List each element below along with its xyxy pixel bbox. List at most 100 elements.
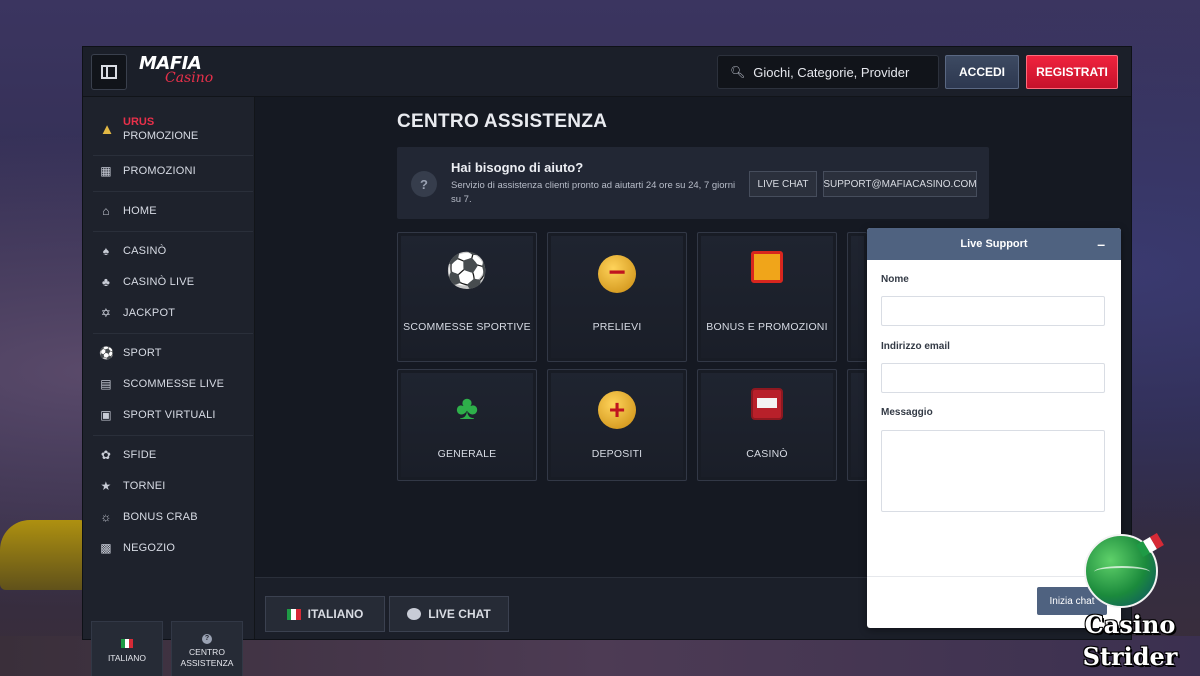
promo-subtitle: PROMOZIONE bbox=[123, 130, 199, 142]
crab-icon: ☼ bbox=[100, 510, 112, 524]
sidebar-item-label: SPORT VIRTUALI bbox=[123, 409, 216, 421]
category-label: GENERALE bbox=[437, 448, 497, 460]
search-input[interactable] bbox=[753, 64, 934, 80]
message-field[interactable] bbox=[881, 430, 1105, 512]
coin-plus-icon: + bbox=[548, 388, 686, 429]
italy-flag-icon bbox=[121, 638, 133, 648]
live-chat-button[interactable]: LIVE CHAT bbox=[749, 171, 817, 197]
promo-title: URUS bbox=[123, 116, 155, 128]
ball-icon: ⚽ bbox=[99, 346, 115, 360]
store-icon: ▩ bbox=[100, 541, 112, 555]
sidebar-item-label: TORNEI bbox=[123, 480, 166, 492]
category-card-prelievi[interactable]: − PRELIEVI bbox=[547, 232, 687, 362]
divider bbox=[93, 333, 253, 334]
watermark-line-2: Strider bbox=[1082, 642, 1178, 671]
sidebar-item-tornei[interactable]: ★ TORNEI bbox=[99, 475, 249, 497]
question-icon: ? bbox=[202, 633, 212, 644]
background-car bbox=[0, 520, 90, 590]
soccer-ball-icon: ⚽ bbox=[445, 252, 489, 290]
category-label: PRELIEVI bbox=[592, 321, 642, 333]
badge-icon: ✿ bbox=[100, 448, 112, 462]
language-label: ITALIANO bbox=[107, 652, 147, 663]
name-label: Nome bbox=[881, 274, 909, 285]
casino-strider-watermark: Casino Strider bbox=[1060, 530, 1200, 676]
bottom-live-chat-label: LIVE CHAT bbox=[428, 607, 491, 621]
watermark-line-1: Casino bbox=[1084, 610, 1176, 639]
sidebar-item-label: HOME bbox=[123, 205, 157, 217]
category-card-casino[interactable]: CASINÒ bbox=[697, 369, 837, 481]
sidebar-item-sport-virtuali[interactable]: ▣ SPORT VIRTUALI bbox=[99, 404, 249, 426]
spade-icon: ♠ bbox=[102, 244, 110, 258]
trophy-icon: ★ bbox=[100, 479, 112, 493]
sidebar-item-label: PROMOZIONI bbox=[123, 165, 196, 177]
sidebar-item-urus-promo[interactable]: ▲ URUS PROMOZIONE bbox=[99, 111, 249, 147]
sidebar-toggle-button[interactable] bbox=[91, 54, 127, 90]
page-title: CENTRO ASSISTENZA bbox=[397, 111, 608, 132]
category-label: CASINÒ bbox=[746, 448, 788, 460]
live-support-title: Live Support bbox=[960, 238, 1028, 250]
language-button[interactable]: ITALIANO bbox=[91, 621, 163, 676]
sidebar-item-promozioni[interactable]: ▦ PROMOZIONI bbox=[99, 160, 249, 182]
bottom-live-chat-button[interactable]: LIVE CHAT bbox=[389, 596, 509, 632]
sidebar-item-label: SPORT bbox=[123, 347, 162, 359]
coin-minus-icon: − bbox=[548, 251, 686, 293]
sidebar-item-casino-live[interactable]: ♣ CASINÒ LIVE bbox=[99, 271, 249, 293]
name-field[interactable] bbox=[881, 296, 1105, 326]
gift-icon: ▦ bbox=[100, 164, 112, 178]
sidebar-item-label: NEGOZIO bbox=[123, 542, 176, 554]
divider bbox=[93, 231, 253, 232]
bottom-language-button[interactable]: ITALIANO bbox=[265, 596, 385, 632]
sidebar-item-label: JACKPOT bbox=[123, 307, 176, 319]
sidebar-item-jackpot[interactable]: ✡ JACKPOT bbox=[99, 302, 249, 324]
sidebar-item-label: CASINÒ bbox=[123, 245, 167, 257]
italy-flag-icon bbox=[286, 608, 301, 620]
sidebar: ▲ URUS PROMOZIONE ▦ PROMOZIONI ⌂ HOME ♠ … bbox=[83, 97, 255, 676]
search-box[interactable]: 🔍︎ bbox=[717, 55, 939, 89]
sidebar-item-label: SFIDE bbox=[123, 449, 157, 461]
help-heading: Hai bisogno di aiuto? bbox=[451, 160, 584, 175]
home-icon: ⌂ bbox=[102, 204, 110, 218]
clover-icon: ✡ bbox=[100, 306, 112, 320]
gift-box-icon bbox=[698, 251, 836, 292]
sidebar-item-sfide[interactable]: ✿ SFIDE bbox=[99, 444, 249, 466]
slot-machine-icon bbox=[698, 388, 836, 429]
category-card-partial[interactable] bbox=[847, 232, 867, 362]
minimize-icon[interactable]: – bbox=[1097, 236, 1105, 252]
logo-text-bottom: Casino bbox=[165, 70, 214, 86]
help-center-label-2: ASSISTENZA bbox=[180, 657, 234, 668]
sidebar-item-sport[interactable]: ⚽ SPORT bbox=[99, 342, 249, 364]
sidebar-icon bbox=[101, 65, 117, 79]
monitor-icon: ▣ bbox=[100, 408, 112, 422]
support-email-button[interactable]: SUPPORT@MAFIACASINO.COM bbox=[823, 171, 977, 197]
sidebar-item-bonus-crab[interactable]: ☼ BONUS CRAB bbox=[99, 506, 249, 528]
category-label: DEPOSITI bbox=[591, 448, 643, 460]
category-card-partial[interactable] bbox=[847, 369, 867, 481]
sidebar-item-casino[interactable]: ♠ CASINÒ bbox=[99, 240, 249, 262]
category-card-scommesse-sportive[interactable]: ⚽ SCOMMESSE SPORTIVE bbox=[397, 232, 537, 362]
live-support-header: Live Support – bbox=[867, 228, 1121, 260]
sidebar-item-label: CASINÒ LIVE bbox=[123, 276, 195, 288]
live-icon: ▤ bbox=[100, 377, 112, 391]
divider bbox=[93, 191, 253, 192]
email-field[interactable] bbox=[881, 363, 1105, 393]
sidebar-item-negozio[interactable]: ▩ NEGOZIO bbox=[99, 537, 249, 559]
message-label: Messaggio bbox=[881, 407, 933, 418]
category-card-bonus-promozioni[interactable]: BONUS E PROMOZIONI bbox=[697, 232, 837, 362]
question-icon: ? bbox=[411, 171, 437, 197]
register-button[interactable]: REGISTRATI bbox=[1026, 55, 1118, 89]
bottom-language-label: ITALIANO bbox=[307, 607, 364, 621]
car-icon: ▲ bbox=[99, 120, 115, 138]
category-card-depositi[interactable]: + DEPOSITI bbox=[547, 369, 687, 481]
help-center-button[interactable]: ? CENTRO ASSISTENZA bbox=[171, 621, 243, 676]
help-description: Servizio di assistenza clienti pronto ad… bbox=[451, 180, 736, 205]
login-button[interactable]: ACCEDI bbox=[945, 55, 1019, 89]
top-bar: MAFIA Casino 🔍︎ ACCEDI REGISTRATI bbox=[83, 47, 1131, 97]
mafia-casino-logo[interactable]: MAFIA Casino bbox=[139, 55, 229, 89]
sidebar-item-scommesse-live[interactable]: ▤ SCOMMESSE LIVE bbox=[99, 373, 249, 395]
chat-bubble-icon bbox=[407, 608, 422, 620]
email-label: Indirizzo email bbox=[881, 341, 950, 352]
four-leaf-clover-icon: ♣ bbox=[455, 389, 479, 427]
sidebar-item-home[interactable]: ⌂ HOME bbox=[99, 200, 249, 222]
help-banner: ? Hai bisogno di aiuto? Servizio di assi… bbox=[397, 147, 989, 219]
category-card-generale[interactable]: ♣ GENERALE bbox=[397, 369, 537, 481]
